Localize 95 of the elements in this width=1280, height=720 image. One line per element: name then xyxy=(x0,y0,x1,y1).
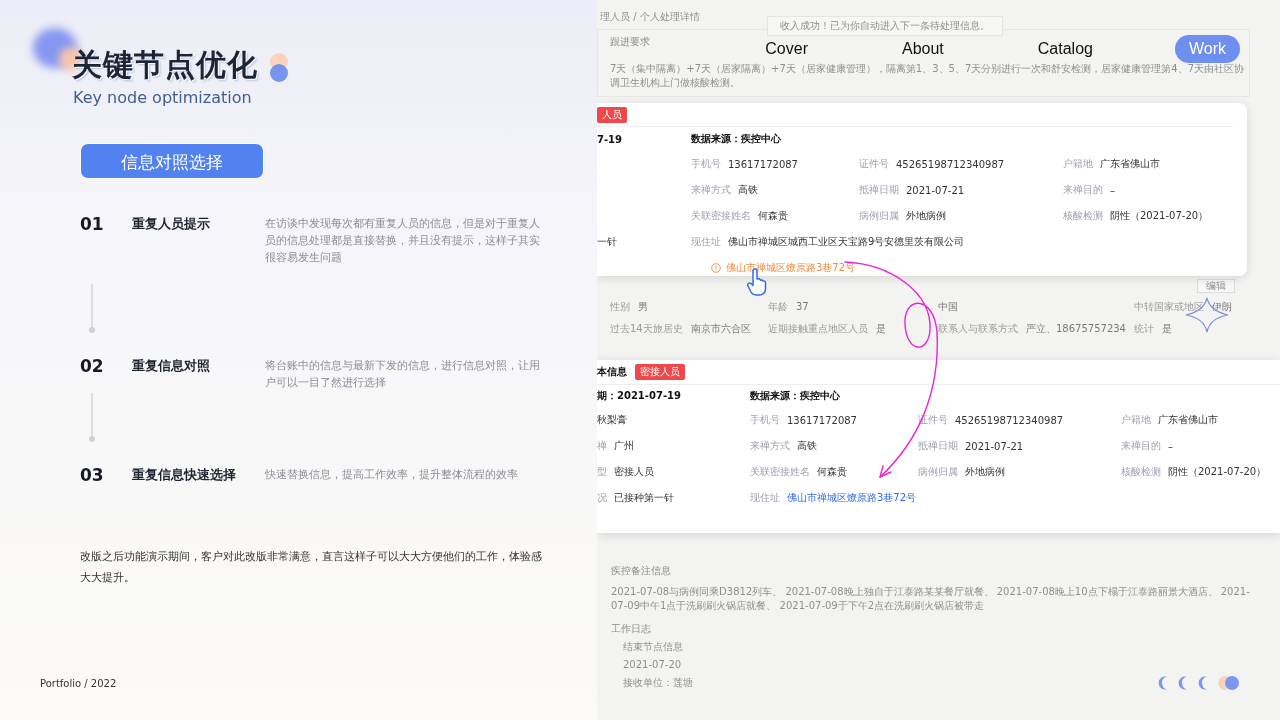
field-label: 病例归属 xyxy=(918,465,958,479)
nav-link[interactable]: Cover xyxy=(753,36,820,62)
field-label: 况 xyxy=(597,491,607,505)
field-label: 禅 xyxy=(597,439,607,453)
field-value: 中国 xyxy=(938,301,958,314)
field-value: 2021-07-21 xyxy=(965,440,1024,452)
field-label: 来禅目的 xyxy=(1063,183,1103,197)
field-label: 抵禅日期 xyxy=(918,439,958,453)
dots-icon xyxy=(1218,676,1240,690)
field-value: 高铁 xyxy=(738,183,758,197)
section-title: 疾控备注信息 xyxy=(610,565,671,577)
address-value: 佛山市禅城区燎原路3巷72号 xyxy=(787,491,917,505)
field-label: 病例归属 xyxy=(859,209,899,223)
step-title: 重复人员提示 xyxy=(132,215,211,233)
field-label: 来禅目的 xyxy=(1121,439,1161,453)
conclusion-text: 改版之后功能演示期间，客户对此改版非常满意，直言这样子可以大大方便他们的工作，体验感大大提升。 xyxy=(80,549,543,586)
field-value: – xyxy=(1110,184,1115,196)
field-label: 核酸检测 xyxy=(1063,209,1103,223)
nav-link[interactable]: Catalog xyxy=(1025,36,1105,62)
field-value: 2021-07-21 xyxy=(906,184,965,196)
step-description: 将台账中的信息与最新下发的信息，进行信息对照，让用户可以一目了然进行选择 xyxy=(265,358,541,391)
field-value: 何森贵 xyxy=(758,209,788,223)
field-label: 关联密接姓名 xyxy=(750,465,810,479)
step-title: 重复信息快速选择 xyxy=(132,466,237,484)
field-label: 性别 xyxy=(610,301,630,314)
data-source: 数据来源：疾控中心 xyxy=(691,132,782,146)
field-label: 手机号 xyxy=(691,157,721,171)
field-value: 密接人员 xyxy=(614,465,654,479)
step-number: 01 xyxy=(80,213,105,235)
warning-icon xyxy=(711,263,721,273)
record-date: 7-19 xyxy=(597,132,624,147)
field-label: 现住址 xyxy=(691,235,721,249)
field-value: 外地病例 xyxy=(906,209,946,223)
field-value: 已接种第一针 xyxy=(614,491,674,505)
field-value: 男 xyxy=(638,301,648,314)
field-value: 广东省佛山市 xyxy=(1100,157,1160,171)
field-label: 联系人与联系方式 xyxy=(938,323,1018,336)
step-description: 快速替换信息，提高工作效率，提升整体流程的效率 xyxy=(265,467,519,483)
slide-title: 关键节点优化 xyxy=(72,46,258,84)
field-value: 45265198712340987 xyxy=(896,158,1005,170)
footer-text: Portfolio / 2022 xyxy=(40,678,117,689)
field-label: 证件号 xyxy=(859,157,889,171)
step-number: 03 xyxy=(80,464,105,486)
field-value: 45265198712340987 xyxy=(955,414,1064,426)
address-value: 佛山市禅城区城西工业区天宝路9号安德里茨有限公司 xyxy=(728,235,965,249)
slide-subtitle: Key node optimization xyxy=(73,88,253,107)
field-value: 广州 xyxy=(614,439,634,453)
field-label: 核酸检测 xyxy=(1121,465,1161,479)
field-value: 广东省佛山市 xyxy=(1158,413,1218,427)
log-entry: 接收单位：莲塘 xyxy=(622,676,693,689)
nav-link[interactable]: About xyxy=(890,36,956,62)
status-tag: 人员 xyxy=(597,106,627,123)
breadcrumb: 理人员 / 个人处理详情 xyxy=(600,11,700,22)
field-value: 阴性（2021-07-20） xyxy=(1168,465,1267,479)
field-label: 户籍地 xyxy=(1121,413,1151,427)
field-value: 高铁 xyxy=(797,439,817,453)
status-tag: 密接人员 xyxy=(635,364,685,380)
field-value: 是 xyxy=(1162,323,1172,336)
field-value: 伊朗 xyxy=(1212,301,1232,314)
section-title: 工作日志 xyxy=(610,623,651,635)
field-label: 型 xyxy=(597,465,607,479)
field-value: 是 xyxy=(876,323,886,336)
step-description: 在访谈中发现每次都有重复人员的信息，但是对于重复人员的信息处理都是直接替换，并且没有提示，这样子其实很容易发生问题 xyxy=(265,216,541,266)
step-number: 02 xyxy=(80,355,105,377)
field-value: 一针 xyxy=(597,235,617,249)
field-label: 过去14天旅居史 xyxy=(610,323,683,336)
field-value: 外地病例 xyxy=(965,465,1005,479)
field-value: 阴性（2021-07-20） xyxy=(1110,209,1209,223)
field-value: – xyxy=(1168,440,1173,452)
field-label: 关联密接姓名 xyxy=(691,209,751,223)
field-label: 近期接触重点地区人员 xyxy=(768,323,868,336)
field-label: 来禅方式 xyxy=(750,439,790,453)
field-value: 南京市六合区 xyxy=(690,323,751,336)
field-label: 统计 xyxy=(1134,323,1154,336)
card-title: 本信息 xyxy=(597,365,627,379)
field-label: 年龄 xyxy=(768,301,788,314)
log-entry: 2021-07-20 xyxy=(622,658,682,671)
record-date: 期：2021-07-19 xyxy=(597,389,682,403)
field-value: 严立、18675757234 xyxy=(1026,323,1126,336)
field-value: 13617172087 xyxy=(787,414,857,426)
notes-text: 2021-07-08与病例同乘D3812列车、 2021-07-08晚上独自于江泰路某某餐厅就餐、 2021-07-08晚上10点下榻于江泰路丽景大酒店、 2021-07-09中午1点于洗刷刷火锅店就餐、 2021-07-09于下午2点在洗刷刷火锅店被带走 xyxy=(610,585,1251,613)
field-value: 何森贵 xyxy=(817,465,847,479)
log-entry: 结束节点信息 xyxy=(622,640,683,653)
data-source: 数据来源：疾控中心 xyxy=(750,389,841,403)
field-label: 手机号 xyxy=(750,413,780,427)
section-title: 跟进要求 xyxy=(610,36,650,48)
field-value: 秋梨膏 xyxy=(597,413,627,427)
field-label: 来禅方式 xyxy=(691,183,731,197)
field-label: 户籍地 xyxy=(1063,157,1093,171)
field-label: 现住址 xyxy=(750,491,780,505)
field-label: 抵禅日期 xyxy=(859,183,899,197)
field-value: 13617172087 xyxy=(728,158,798,170)
star-icon xyxy=(1185,297,1229,333)
step-title: 重复信息对照 xyxy=(132,357,211,375)
field-value: 37 xyxy=(796,301,809,314)
